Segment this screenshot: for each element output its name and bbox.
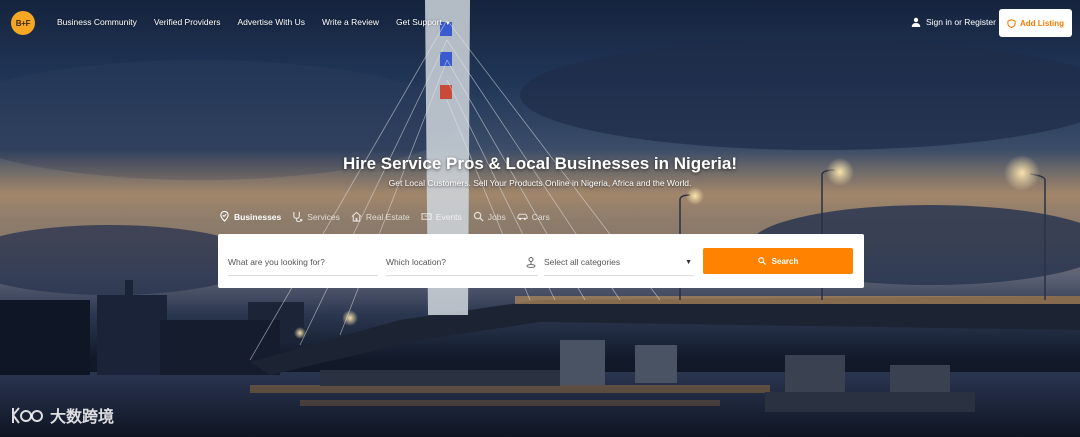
tab-events-label: Events	[435, 211, 462, 222]
location-pin-icon[interactable]	[526, 256, 536, 268]
signin-label: Sign in or Register	[926, 17, 996, 27]
tab-real-estate-label: Real Estate	[365, 211, 410, 222]
chevron-down-icon: ▼	[444, 21, 451, 27]
chevron-down-icon: ▼	[685, 259, 692, 266]
house-icon	[351, 211, 362, 222]
hero-subtitle: Get Local Customers. Sell Your Products …	[388, 178, 692, 188]
user-icon	[911, 17, 921, 27]
watermark-text: 大数跨境	[50, 409, 115, 426]
nav-verified-providers[interactable]: Verified Providers	[154, 17, 221, 27]
main-nav: Business Community Verified Providers Ad…	[57, 17, 468, 27]
tab-jobs-label: Jobs	[487, 211, 506, 222]
search-icon	[473, 211, 484, 222]
tab-cars-label: Cars	[531, 211, 550, 222]
nav-write-a-review[interactable]: Write a Review	[322, 17, 379, 27]
search-button[interactable]: Search	[703, 248, 853, 274]
shield-tag-icon	[1007, 18, 1016, 28]
nav-get-support-label: Get Support	[396, 17, 442, 27]
tab-real-estate[interactable]: Real Estate	[351, 211, 410, 222]
location-input[interactable]: Which location?	[386, 248, 538, 276]
search-button-label: Search	[771, 256, 799, 266]
keyword-search-input[interactable]: What are you looking for?	[228, 248, 378, 276]
brand-logo[interactable]: B+F	[11, 11, 35, 35]
search-panel: What are you looking for? Which location…	[218, 234, 864, 288]
tab-services[interactable]: Services	[292, 211, 340, 222]
nav-business-community[interactable]: Business Community	[57, 17, 137, 27]
category-select[interactable]: Select all categories ▼	[544, 248, 694, 276]
map-pin-icon	[220, 211, 229, 222]
tab-businesses-label: Businesses	[234, 211, 282, 222]
hero-title: Hire Service Pros & Local Businesses in …	[343, 154, 737, 173]
watermark-logo-icon	[12, 407, 43, 424]
location-placeholder: Which location?	[386, 256, 447, 267]
tab-jobs[interactable]: Jobs	[473, 211, 506, 222]
top-navbar: B+F Business Community Verified Provider…	[0, 0, 1080, 45]
tab-services-label: Services	[307, 211, 340, 222]
stethoscope-icon	[293, 211, 303, 222]
keyword-placeholder: What are you looking for?	[228, 256, 325, 267]
category-selected-value: Select all categories	[544, 256, 621, 267]
add-listing-button[interactable]: Add Listing	[999, 9, 1072, 37]
add-listing-label: Add Listing	[1020, 18, 1064, 28]
car-icon	[517, 213, 528, 221]
signin-link[interactable]: Sign in or Register	[911, 17, 996, 27]
tab-businesses[interactable]: Businesses	[219, 211, 281, 222]
search-icon	[757, 257, 766, 265]
search-tabs: Businesses Services Real Estate Events J…	[219, 211, 561, 222]
watermark: 大数跨境	[10, 403, 114, 427]
nav-advertise-with-us[interactable]: Advertise With Us	[237, 17, 305, 27]
ticket-icon	[421, 213, 432, 220]
nav-get-support[interactable]: Get Support ▼	[396, 17, 451, 27]
tab-events[interactable]: Events	[421, 211, 462, 222]
tab-cars[interactable]: Cars	[517, 211, 550, 222]
